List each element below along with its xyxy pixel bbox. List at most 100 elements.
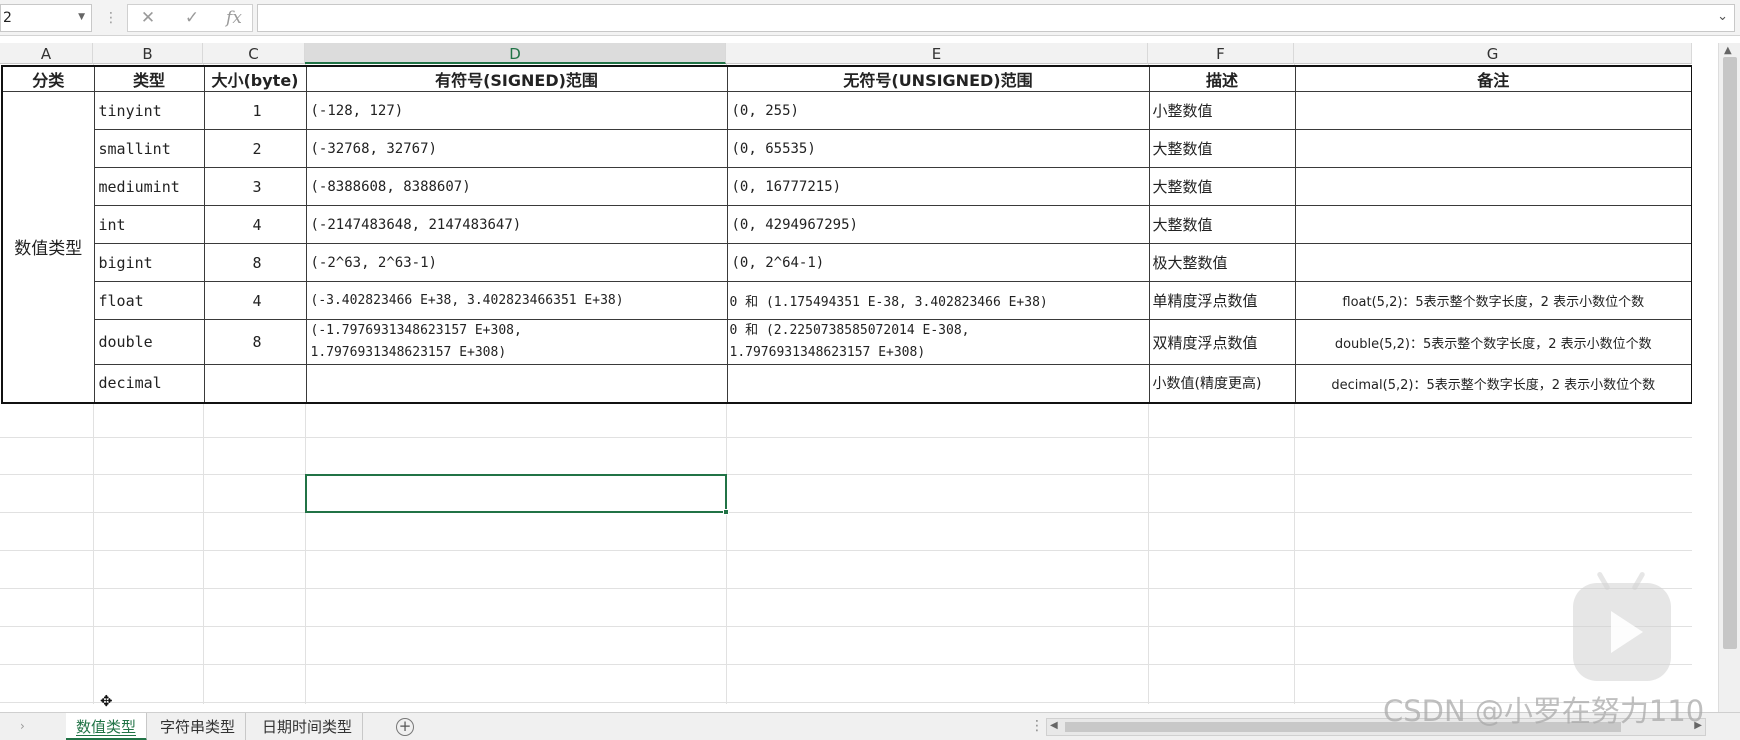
cancel-icon[interactable]: ✕ <box>136 7 160 29</box>
signed-cell[interactable] <box>305 364 728 403</box>
type-cell[interactable]: float <box>93 281 205 320</box>
header-category[interactable]: 分类 <box>1 65 95 92</box>
type-cell[interactable]: tinyint <box>93 91 205 130</box>
size-cell[interactable]: 2 <box>203 129 307 168</box>
formula-input[interactable]: ⌄ <box>257 4 1735 32</box>
note-cell[interactable]: float(5,2)：5表示整个数字长度，2 表示小数位个数 <box>1294 281 1692 320</box>
size-cell[interactable]: 4 <box>203 281 307 320</box>
size-cell[interactable]: 4 <box>203 205 307 244</box>
column-header-e[interactable]: E <box>726 43 1148 64</box>
column-header-d[interactable]: D <box>305 43 726 64</box>
note-cell[interactable]: double(5,2)：5表示整个数字长度，2 表示小数位个数 <box>1294 319 1692 365</box>
desc-cell[interactable]: 小整数值 <box>1148 91 1296 130</box>
name-box[interactable]: 2 ▼ <box>0 4 92 32</box>
note-cell[interactable] <box>1294 243 1692 282</box>
signed-cell[interactable]: (-8388608, 8388607) <box>305 167 728 206</box>
type-cell[interactable]: bigint <box>93 243 205 282</box>
column-header-b[interactable]: B <box>93 43 203 64</box>
desc-cell[interactable]: 双精度浮点数值 <box>1148 319 1296 365</box>
enter-icon[interactable]: ✓ <box>180 7 204 29</box>
unsigned-cell[interactable]: (0, 255) <box>726 91 1150 130</box>
signed-cell[interactable]: (-128, 127) <box>305 91 728 130</box>
header-size[interactable]: 大小(byte) <box>203 65 307 92</box>
formula-buttons: ✕ ✓ fx <box>127 4 253 32</box>
sheet-grid[interactable]: 分类 类型 大小(byte) 有符号(SIGNED)范围 无符号(UNSIGNE… <box>0 64 1692 704</box>
header-description[interactable]: 描述 <box>1148 65 1296 92</box>
vertical-scrollbar[interactable]: ▲ <box>1718 43 1740 715</box>
type-cell[interactable]: mediumint <box>93 167 205 206</box>
expand-formula-icon[interactable]: ⌄ <box>1717 9 1728 24</box>
header-note[interactable]: 备注 <box>1294 65 1692 92</box>
scroll-left-icon[interactable]: ◀ <box>1050 720 1058 731</box>
type-cell[interactable]: decimal <box>93 364 205 403</box>
cursor-icon: ✥ <box>100 692 113 710</box>
desc-cell[interactable]: 大整数值 <box>1148 129 1296 168</box>
column-header-f[interactable]: F <box>1148 43 1294 64</box>
table-row: double 8 (-1.7976931348623157 E+308, 1.7… <box>2 319 1692 365</box>
column-header-a[interactable]: A <box>0 43 93 64</box>
header-unsigned-range[interactable]: 无符号(UNSIGNED)范围 <box>726 65 1150 92</box>
size-cell[interactable]: 8 <box>203 319 307 365</box>
plus-circle-icon[interactable]: + <box>396 718 414 736</box>
tab-string-types[interactable]: 字符串类型 <box>150 713 247 740</box>
header-type[interactable]: 类型 <box>93 65 205 92</box>
data-table: 分类 类型 大小(byte) 有符号(SIGNED)范围 无符号(UNSIGNE… <box>1 65 1692 404</box>
category-cell[interactable]: 数值类型 <box>1 91 95 403</box>
type-cell[interactable]: smallint <box>93 129 205 168</box>
table-row: mediumint 3 (-8388608, 8388607) (0, 1677… <box>2 167 1692 206</box>
column-header-c[interactable]: C <box>203 43 305 64</box>
signed-line-2: 1.7976931348623157 E+308) <box>310 345 507 360</box>
unsigned-cell[interactable]: 0 和 (2.2250738585072014 E-308, 1.7976931… <box>726 319 1150 365</box>
unsigned-cell[interactable] <box>726 364 1150 403</box>
type-cell[interactable]: int <box>93 205 205 244</box>
unsigned-cell[interactable]: (0, 2^64-1) <box>726 243 1150 282</box>
note-cell[interactable] <box>1294 91 1692 130</box>
size-cell[interactable]: 1 <box>203 91 307 130</box>
name-box-value: 2 <box>3 10 12 26</box>
signed-line-1: (-1.7976931348623157 E+308, <box>310 323 522 338</box>
chevron-down-icon[interactable]: ▼ <box>78 12 85 22</box>
unsigned-cell[interactable]: (0, 65535) <box>726 129 1150 168</box>
header-signed-range[interactable]: 有符号(SIGNED)范围 <box>305 65 728 92</box>
note-cell[interactable]: decimal(5,2)：5表示整个数字长度，2 表示小数位个数 <box>1294 364 1692 403</box>
desc-cell[interactable]: 小数值(精度更高) <box>1148 364 1296 403</box>
unsigned-cell[interactable]: (0, 4294967295) <box>726 205 1150 244</box>
note-cell[interactable] <box>1294 167 1692 206</box>
table-row: 数值类型 tinyint 1 (-128, 127) (0, 255) 小整数值 <box>1 91 1692 403</box>
desc-cell[interactable]: 极大整数值 <box>1148 243 1296 282</box>
unsigned-cell[interactable]: (0, 16777215) <box>726 167 1150 206</box>
desc-cell[interactable]: 单精度浮点数值 <box>1148 281 1296 320</box>
desc-cell[interactable]: 大整数值 <box>1148 167 1296 206</box>
more-options-icon[interactable]: ⋮ <box>104 8 118 28</box>
formula-bar: 2 ▼ ⋮ ✕ ✓ fx ⌄ <box>0 0 1740 36</box>
tab-numeric-types[interactable]: 数值类型 <box>66 713 148 740</box>
signed-cell[interactable]: (-32768, 32767) <box>305 129 728 168</box>
size-cell[interactable]: 8 <box>203 243 307 282</box>
watermark: CSDN @小罗在努力110 <box>1383 694 1705 728</box>
function-icon[interactable]: fx <box>222 7 246 29</box>
scroll-up-icon[interactable]: ▲ <box>1724 45 1732 56</box>
unsigned-line-2: 1.7976931348623157 E+308) <box>729 345 926 360</box>
more-options-icon[interactable]: ⋮ <box>1030 718 1044 734</box>
unsigned-cell[interactable]: 0 和 (1.175494351 E-38, 3.402823466 E+38) <box>726 281 1150 320</box>
table-row: bigint 8 (-2^63, 2^63-1) (0, 2^64-1) 极大整… <box>2 243 1692 282</box>
selected-cell[interactable] <box>305 474 727 513</box>
unsigned-line-1: 0 和 (2.2250738585072014 E-308, <box>729 323 970 338</box>
size-cell[interactable] <box>203 364 307 403</box>
fill-handle[interactable] <box>723 509 729 515</box>
desc-cell[interactable]: 大整数值 <box>1148 205 1296 244</box>
signed-cell[interactable]: (-2^63, 2^63-1) <box>305 243 728 282</box>
signed-cell[interactable]: (-3.402823466 E+38, 3.402823466351 E+38) <box>305 281 728 320</box>
table-row: smallint 2 (-32768, 32767) (0, 65535) 大整… <box>2 129 1692 168</box>
tab-scroll-icon[interactable]: › <box>20 719 25 733</box>
column-header-g[interactable]: G <box>1294 43 1692 64</box>
size-cell[interactable]: 3 <box>203 167 307 206</box>
vertical-scroll-thumb[interactable] <box>1723 57 1737 649</box>
note-cell[interactable] <box>1294 129 1692 168</box>
tab-datetime-types[interactable]: 日期时间类型 <box>252 713 364 740</box>
note-cell[interactable] <box>1294 205 1692 244</box>
signed-cell[interactable]: (-2147483648, 2147483647) <box>305 205 728 244</box>
table-header-row: 分类 类型 大小(byte) 有符号(SIGNED)范围 无符号(UNSIGNE… <box>1 65 1692 92</box>
signed-cell[interactable]: (-1.7976931348623157 E+308, 1.7976931348… <box>305 319 728 365</box>
type-cell[interactable]: double <box>93 319 205 365</box>
